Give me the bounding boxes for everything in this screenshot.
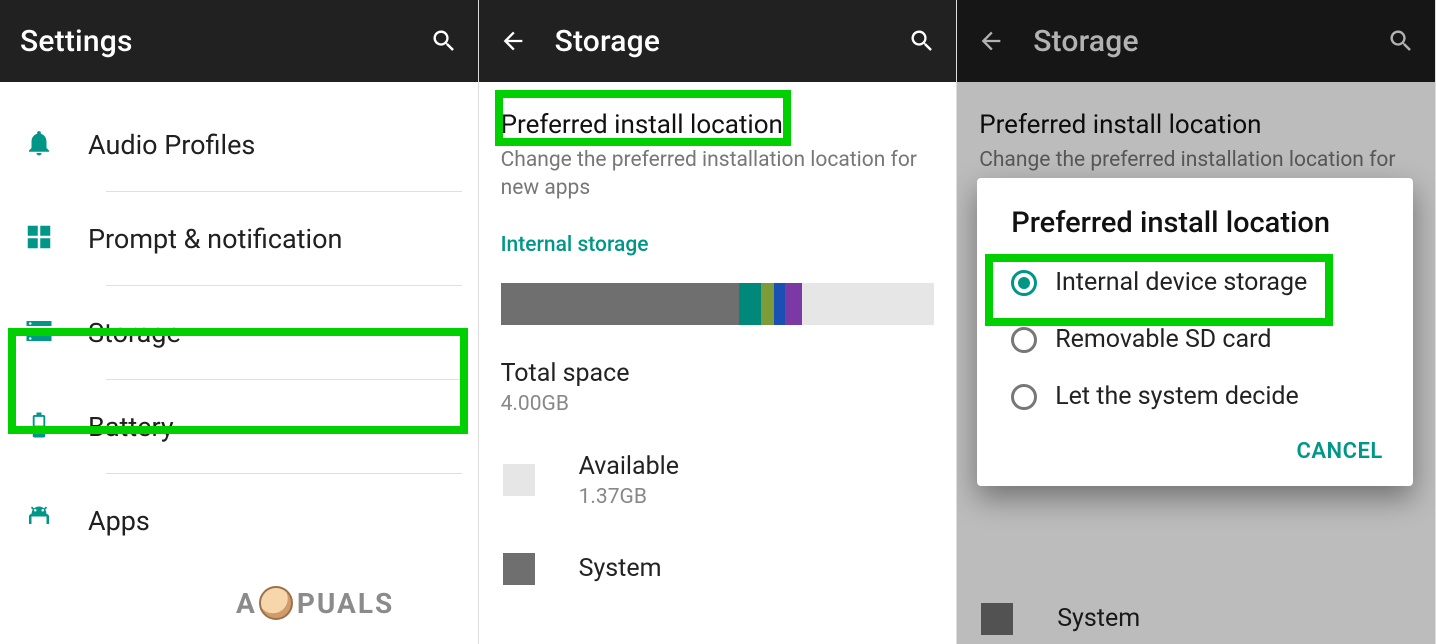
settings-item-label: Battery xyxy=(88,411,174,443)
total-space-row: Total space 4.00GB xyxy=(501,359,935,416)
settings-item-label: Prompt & notification xyxy=(88,223,342,255)
search-icon[interactable] xyxy=(906,25,938,57)
system-swatch xyxy=(981,603,1013,635)
page-title: Storage xyxy=(555,24,907,59)
available-swatch xyxy=(503,464,535,496)
available-label: Available xyxy=(579,452,679,481)
storage-panel: Storage Preferred install location Chang… xyxy=(479,0,958,644)
search-icon[interactable] xyxy=(1385,25,1417,57)
internal-storage-label: Internal storage xyxy=(501,233,935,257)
storage-icon xyxy=(24,316,54,350)
settings-item-prompt-notification[interactable]: Prompt & notification xyxy=(0,192,478,286)
search-icon[interactable] xyxy=(428,25,460,57)
back-icon[interactable] xyxy=(499,27,527,55)
pref-install-title: Preferred install location xyxy=(979,110,1413,140)
storage-content: Preferred install location Change the pr… xyxy=(479,82,957,644)
settings-panel: Settings Audio Profiles Prompt & notific… xyxy=(0,0,479,644)
radio-icon xyxy=(1011,327,1037,353)
radio-let-system-decide[interactable]: Let the system decide xyxy=(977,368,1413,425)
system-row-dimmed: System xyxy=(979,603,1413,635)
system-label: System xyxy=(579,554,662,583)
page-title: Storage xyxy=(1033,24,1385,59)
system-row[interactable]: System xyxy=(501,553,935,585)
cancel-button[interactable]: CANCEL xyxy=(1296,439,1382,464)
storage-dialog-panel: Storage Preferred install location Chang… xyxy=(957,0,1436,644)
pref-install-subtitle: Change the preferred installation locati… xyxy=(501,146,935,203)
page-title: Settings xyxy=(20,24,428,59)
settings-item-label: Apps xyxy=(88,505,150,537)
dialog-title: Preferred install location xyxy=(977,206,1413,254)
total-space-label: Total space xyxy=(501,359,935,388)
radio-icon xyxy=(1011,270,1037,296)
battery-icon xyxy=(24,410,54,444)
available-value: 1.37GB xyxy=(579,485,679,509)
total-space-value: 4.00GB xyxy=(501,392,935,416)
back-icon[interactable] xyxy=(977,27,1005,55)
settings-item-battery[interactable]: Battery xyxy=(0,380,478,474)
settings-item-label: Audio Profiles xyxy=(88,129,255,161)
action-bar: Storage xyxy=(957,0,1435,82)
radio-label: Internal device storage xyxy=(1055,268,1307,297)
preferred-install-location-dialog: Preferred install location Internal devi… xyxy=(977,178,1413,486)
radio-internal-device-storage[interactable]: Internal device storage xyxy=(977,254,1413,311)
action-bar: Storage xyxy=(479,0,957,82)
action-bar: Settings xyxy=(0,0,478,82)
radio-removable-sd-card[interactable]: Removable SD card xyxy=(977,311,1413,368)
storage-usage-bar xyxy=(501,283,935,325)
bell-icon xyxy=(24,128,54,162)
settings-list: Audio Profiles Prompt & notification Sto… xyxy=(0,82,478,644)
settings-item-apps[interactable]: Apps xyxy=(0,474,478,568)
preferred-install-location-item[interactable]: Preferred install location Change the pr… xyxy=(501,96,935,203)
grid-icon xyxy=(24,222,54,256)
android-icon xyxy=(24,504,54,538)
radio-label: Let the system decide xyxy=(1055,382,1299,411)
pref-install-title: Preferred install location xyxy=(501,110,935,140)
system-swatch xyxy=(503,553,535,585)
radio-label: Removable SD card xyxy=(1055,325,1271,354)
radio-icon xyxy=(1011,384,1037,410)
available-row[interactable]: Available 1.37GB xyxy=(501,452,935,509)
system-label: System xyxy=(1057,604,1140,633)
settings-item-audio-profiles[interactable]: Audio Profiles xyxy=(0,82,478,192)
watermark: wsxdn.com xyxy=(1356,623,1425,638)
settings-item-label: Storage xyxy=(88,317,181,349)
settings-item-storage[interactable]: Storage xyxy=(0,286,478,380)
appuals-logo: APUALS xyxy=(236,586,394,620)
